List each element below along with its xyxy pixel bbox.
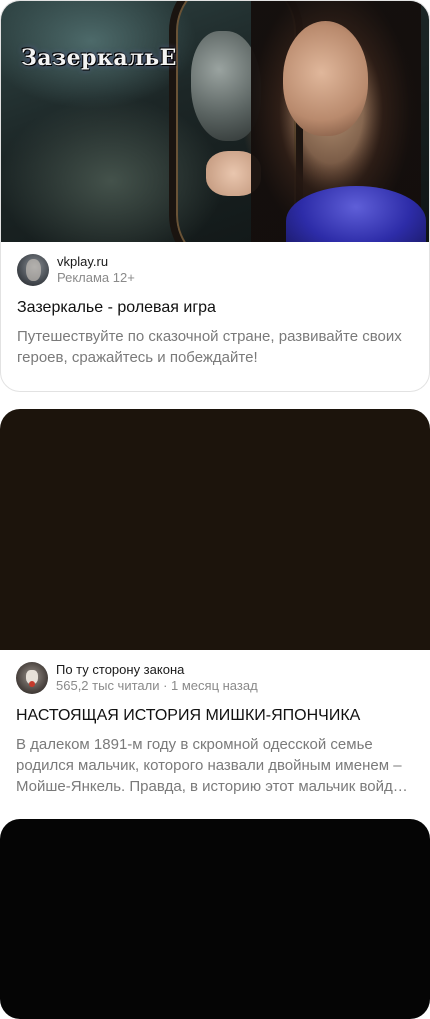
channel-avatar[interactable] <box>16 662 48 694</box>
next-card[interactable] <box>0 819 430 1019</box>
ad-description[interactable]: Путешествуйте по сказочной стране, разви… <box>1 326 429 368</box>
ad-title[interactable]: Зазеркалье - ролевая игра <box>1 298 429 318</box>
feed: ЗазеркальЕ vkplay.ru Реклама 12+ Зазерка… <box>0 0 430 1019</box>
source-avatar[interactable] <box>17 254 49 286</box>
article-description[interactable]: В далеком 1891-м году в скромной одесско… <box>0 734 430 797</box>
ad-label: Реклама 12+ <box>57 270 135 285</box>
ad-card[interactable]: ЗазеркальЕ vkplay.ru Реклама 12+ Зазерка… <box>0 0 430 392</box>
channel-name[interactable]: По ту сторону закона <box>56 662 258 678</box>
source-name[interactable]: vkplay.ru <box>57 254 135 270</box>
article-card[interactable]: По ту сторону закона 565,2 тыс читали · … <box>0 409 430 805</box>
next-cover-image[interactable] <box>0 819 430 1019</box>
ad-cover-image[interactable]: ЗазеркальЕ <box>1 1 429 242</box>
article-stats: 565,2 тыс читали · 1 месяц назад <box>56 678 258 693</box>
girl-illustration <box>283 21 368 136</box>
article-title[interactable]: НАСТОЯЩАЯ ИСТОРИЯ МИШКИ-ЯПОНЧИКА <box>0 706 430 726</box>
article-meta: По ту сторону закона 565,2 тыс читали · … <box>0 650 430 694</box>
game-logo: ЗазеркальЕ <box>21 45 177 71</box>
ad-meta: vkplay.ru Реклама 12+ <box>1 242 429 286</box>
article-cover-image[interactable] <box>0 409 430 650</box>
